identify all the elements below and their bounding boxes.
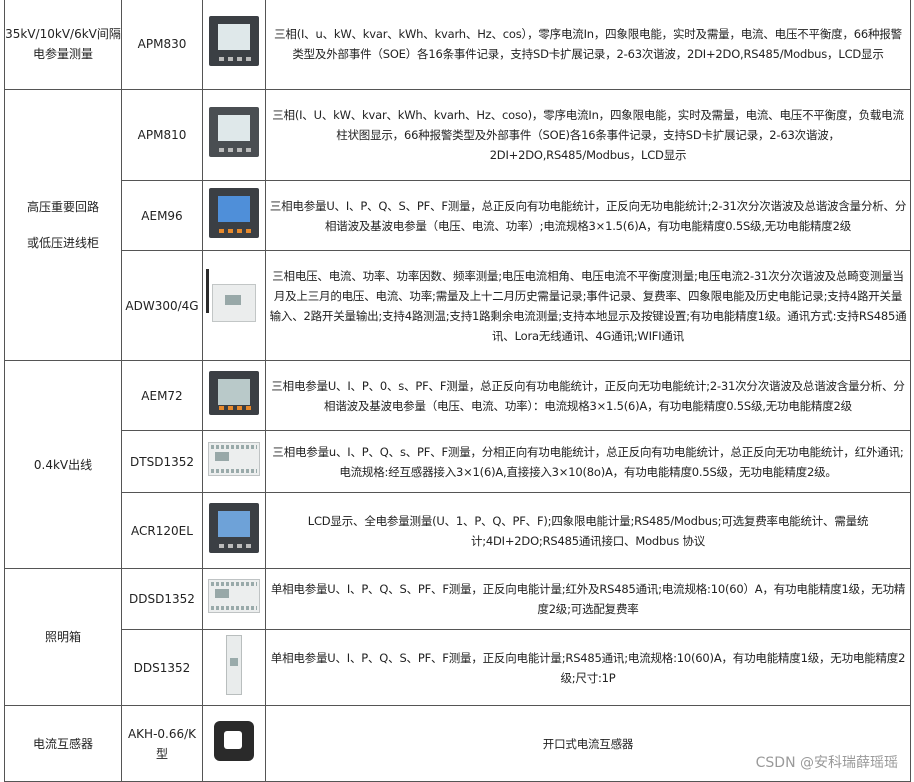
model-cell: DTSD1352 xyxy=(121,430,203,493)
acr120el-meter-image xyxy=(209,502,259,553)
description-cell: 三相(I、U、kW、kvar、kWh、kvarh、Hz、coso)，零序电流In… xyxy=(265,89,911,181)
category-label: 电流互感器 xyxy=(32,736,93,751)
akh-current-transformer-image xyxy=(214,720,254,761)
product-image-cell xyxy=(202,430,266,493)
category-cell: 0.4kV出线 xyxy=(4,360,122,569)
dds1352-meter-image xyxy=(226,634,242,695)
product-table: 35kV/10kV/6kV间隔电参量测量 APM830 三相(I、u、kW、kv… xyxy=(4,0,911,782)
description-cell: 三相(I、u、kW、kvar、kWh、kvarh、Hz、cos），零序电流In，… xyxy=(265,0,911,90)
model-cell: APM810 xyxy=(121,89,203,181)
product-image-cell xyxy=(202,180,266,251)
model-cell: AKH-0.66/K型 xyxy=(121,705,203,782)
adw300-meter-image xyxy=(206,268,256,322)
description-cell: 三相电参量U、I、P、Q、S、PF、F测量，总正反向有功电能统计，正反向无功电能… xyxy=(265,180,911,251)
product-image-cell xyxy=(202,492,266,569)
table-row: ADW300/4G 三相电压、电流、功率、功率因数、频率测量;电压电流相角、电压… xyxy=(5,250,911,361)
table-row: 0.4kV出线 AEM72 三相电参量U、I、P、0、s、PF、F测量，总正反向… xyxy=(4,360,911,569)
table-row: ACR120EL LCD显示、全电参量测量(U、1、P、Q、PF、F);四象限电… xyxy=(5,492,911,569)
category-label-line2: 或低压进线柜 xyxy=(26,236,99,250)
description-cell: LCD显示、全电参量测量(U、1、P、Q、PF、F);四象限电能计量;RS485… xyxy=(265,492,911,569)
model-cell: DDSD1352 xyxy=(121,568,203,630)
product-image-cell xyxy=(202,629,266,706)
description-cell: 单相电参量U、I、P、Q、S、PF、F测量，正反向电能计量;RS485通讯;电流… xyxy=(265,629,911,706)
model-cell: APM830 xyxy=(121,0,203,90)
aem96-meter-image xyxy=(209,187,259,238)
category-cell: 电流互感器 xyxy=(4,705,122,782)
product-image-cell xyxy=(202,568,266,630)
model-cell: ADW300/4G xyxy=(121,250,203,361)
table-row: DDS1352 单相电参量U、I、P、Q、S、PF、F测量，正反向电能计量;RS… xyxy=(5,629,911,706)
description-cell: 三相电压、电流、功率、功率因数、频率测量;电压电流相角、电压电流不平衡度测量;电… xyxy=(265,250,911,361)
category-label: 35kV/10kV/6kV间隔电参量测量 xyxy=(5,27,121,61)
model-cell: DDS1352 xyxy=(121,629,203,706)
product-image-cell xyxy=(202,705,266,782)
table-row: DTSD1352 三相电参量u、I、P、Q、s、PF、F测量，分相正向有功电能统… xyxy=(5,430,911,493)
dtsd1352-meter-image xyxy=(208,441,260,476)
ddsd1352-meter-image xyxy=(208,579,260,613)
category-cell: 照明箱 xyxy=(4,568,122,706)
product-image-cell xyxy=(202,89,266,181)
model-cell: AEM96 xyxy=(121,180,203,251)
category-label: 照明箱 xyxy=(44,630,81,644)
product-image-cell xyxy=(202,250,266,361)
description-cell: 单相电参量U、I、P、Q、S、PF、F测量，正反向电能计量;红外及RS485通讯… xyxy=(265,568,911,630)
table-row: 照明箱 DDSD1352 单相电参量U、I、P、Q、S、PF、F测量，正反向电能… xyxy=(4,568,911,706)
apm810-meter-image xyxy=(209,107,259,157)
apm830-meter-image xyxy=(209,16,259,66)
table-row: 高压重要回路 或低压进线柜 APM810 三相(I、U、kW、kvar、kWh、… xyxy=(4,89,911,361)
product-image-cell xyxy=(202,360,266,431)
watermark: CSDN @安科瑞薛瑶瑶 xyxy=(755,755,898,771)
table-row: AEM96 三相电参量U、I、P、Q、S、PF、F测量，总正反向有功电能统计，正… xyxy=(5,180,911,251)
model-cell: AEM72 xyxy=(121,360,203,431)
category-cell: 高压重要回路 或低压进线柜 xyxy=(4,89,122,361)
model-cell: ACR120EL xyxy=(121,492,203,569)
product-image-cell xyxy=(202,0,266,90)
category-label: 0.4kV出线 xyxy=(33,457,93,472)
category-cell: 35kV/10kV/6kV间隔电参量测量 xyxy=(4,0,122,90)
description-cell: 三相电参量u、I、P、Q、s、PF、F测量，分相正向有功电能统计，总正反向有功电… xyxy=(265,430,911,493)
category-label-line1: 高压重要回路 xyxy=(26,200,99,214)
table-row: 35kV/10kV/6kV间隔电参量测量 APM830 三相(I、u、kW、kv… xyxy=(4,0,911,90)
aem72-meter-image xyxy=(209,370,259,415)
description-cell: 三相电参量U、I、P、0、s、PF、F测量，总正反向有功电能统计，正反向无功电能… xyxy=(265,360,911,431)
